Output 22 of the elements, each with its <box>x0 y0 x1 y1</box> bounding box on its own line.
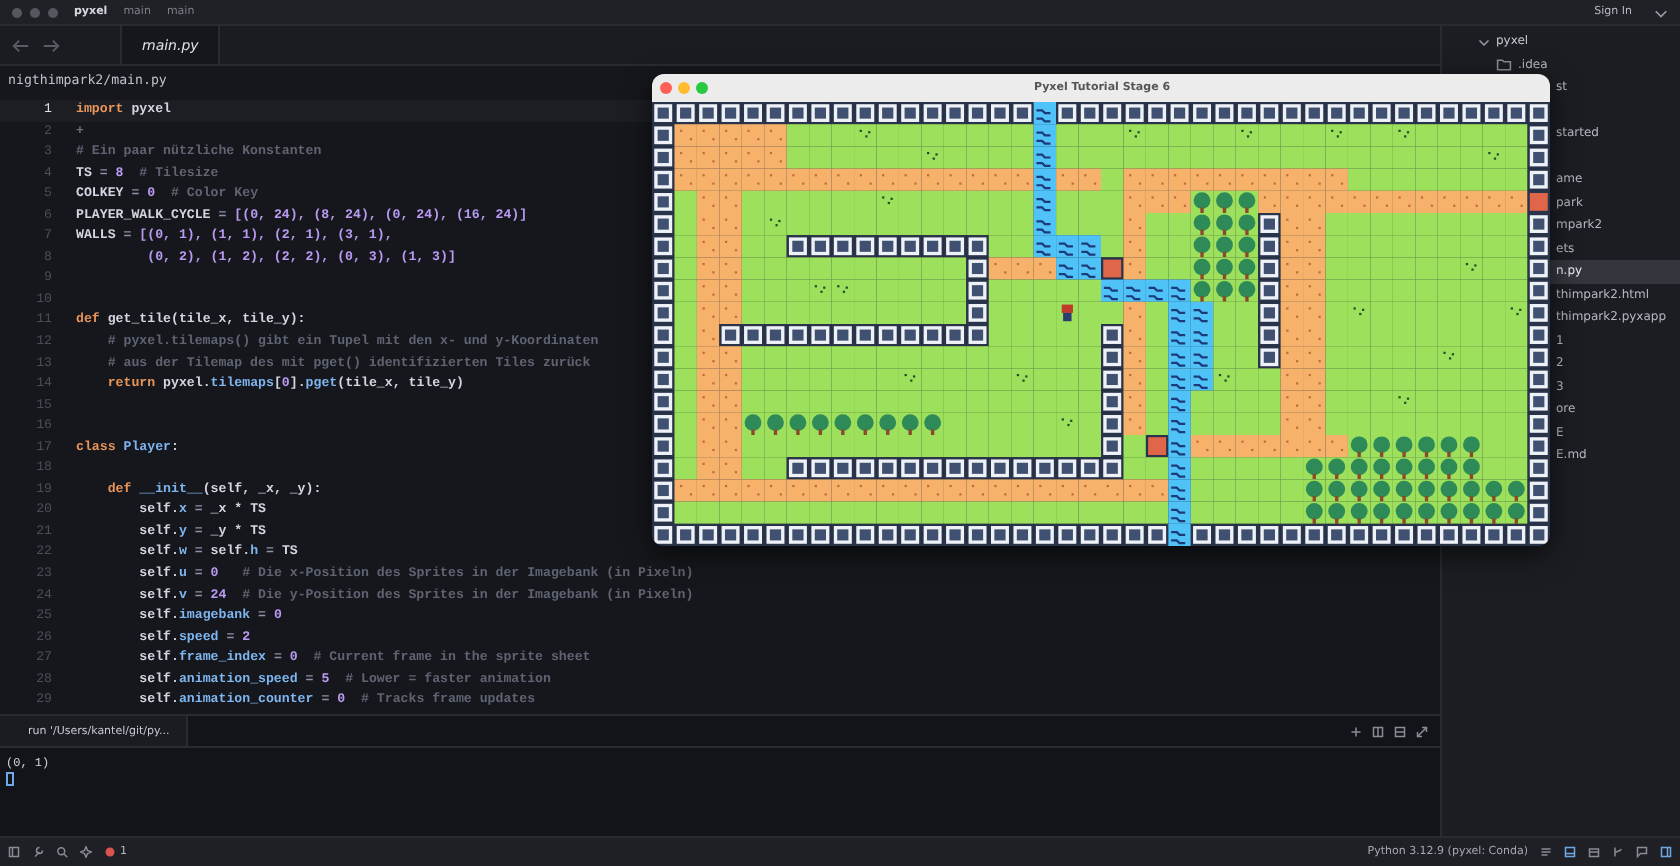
chevron-down-icon[interactable] <box>1654 5 1668 19</box>
error-icon[interactable] <box>104 846 116 858</box>
branch-icon[interactable] <box>1612 846 1624 858</box>
sparkle-icon[interactable] <box>80 846 92 858</box>
chat-icon[interactable] <box>1636 846 1648 858</box>
expand-icon[interactable] <box>1416 725 1428 737</box>
folder-icon <box>1496 57 1512 72</box>
back-arrow-icon[interactable] <box>12 37 30 53</box>
list-icon[interactable] <box>1540 846 1552 858</box>
layout-icon[interactable] <box>1394 725 1406 737</box>
chevron-icon[interactable] <box>1478 35 1490 48</box>
terminal-cursor <box>6 772 14 786</box>
close-icon[interactable] <box>660 82 672 94</box>
plus-icon[interactable] <box>1350 725 1362 737</box>
panel-icon[interactable] <box>8 846 20 858</box>
panel-right-icon[interactable] <box>1660 846 1672 858</box>
search-icon[interactable] <box>56 846 68 858</box>
forward-arrow-icon[interactable] <box>42 37 60 53</box>
split-icon[interactable] <box>1372 725 1384 737</box>
panel-icon[interactable] <box>1564 846 1576 858</box>
box-icon[interactable] <box>1588 846 1600 858</box>
wrench-icon[interactable] <box>32 846 44 858</box>
